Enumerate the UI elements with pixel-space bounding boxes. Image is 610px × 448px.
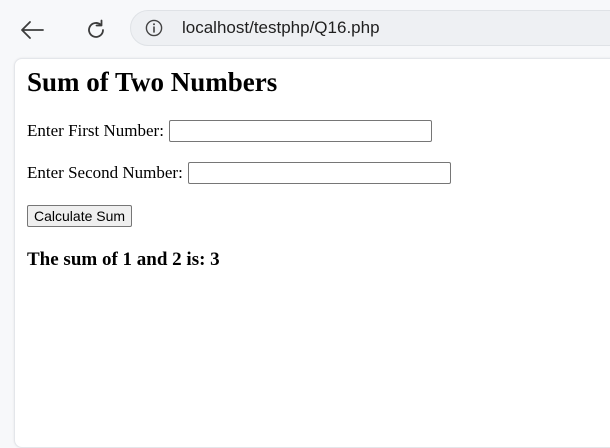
reload-button[interactable] [82,16,110,44]
page-title: Sum of Two Numbers [27,67,278,97]
page-viewport: Sum of Two Numbers Enter First Number: E… [14,58,610,448]
reload-icon [88,19,104,38]
back-arrow-icon [21,21,44,39]
second-number-label: Enter Second Number: [27,163,183,182]
first-number-input[interactable] [168,120,432,142]
address-bar[interactable]: localhost/testphp/Q16.php [130,10,610,46]
second-number-input[interactable] [187,162,451,184]
second-number-row: Enter Second Number: [27,162,451,184]
calculate-sum-button[interactable]: Calculate Sum [27,205,133,227]
info-icon[interactable] [144,18,164,38]
first-number-row: Enter First Number: [27,120,432,142]
result-text: The sum of 1 and 2 is: 3 [27,249,220,270]
browser-toolbar: localhost/testphp/Q16.php [0,0,610,56]
back-button[interactable] [18,16,46,44]
url-text[interactable]: localhost/testphp/Q16.php [182,18,380,38]
first-number-label: Enter First Number: [27,121,164,140]
